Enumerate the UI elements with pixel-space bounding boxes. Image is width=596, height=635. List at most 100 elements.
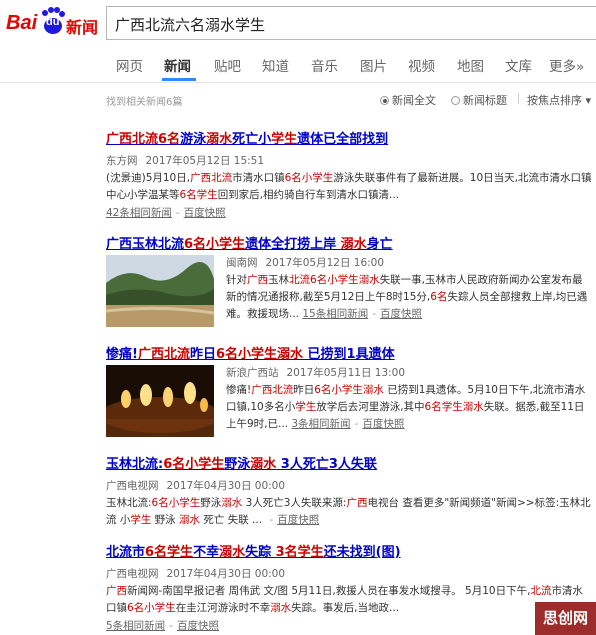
radio-unchecked-icon[interactable]	[451, 96, 460, 105]
text-segment: 死亡小	[232, 132, 272, 147]
result-meta: 广西电视网 2017年04月30日 00:00	[106, 566, 592, 581]
result-thumbnail[interactable]	[106, 255, 214, 327]
tab-more[interactable]: 更多»	[549, 55, 584, 75]
text-segment: 玉林	[268, 274, 289, 286]
tab-map[interactable]: 地图	[457, 55, 484, 75]
text-segment: 失踪。事发后,当地政...	[291, 602, 400, 614]
cache-link[interactable]: 百度快照	[184, 207, 226, 219]
highlight-keyword: 广西北流	[106, 132, 159, 147]
same-news-link[interactable]: 15条相同新闻	[302, 308, 368, 320]
tab-zhidao[interactable]: 知道	[262, 55, 289, 75]
tab-tieba[interactable]: 贴吧	[214, 55, 241, 75]
text-segment: 针对	[226, 274, 247, 286]
highlight-keyword: 广西	[346, 497, 368, 509]
text-segment: 放学后去河里游泳,其中	[316, 401, 425, 413]
search-box[interactable]: 广西北流六名溺水学生	[106, 6, 596, 40]
cache-link[interactable]: 百度快照	[362, 418, 404, 430]
result-time: 2017年04月30日 00:00	[166, 568, 286, 580]
text-segment: 玉林北流:	[106, 497, 152, 509]
result-meta: 闽南网 2017年05月12日 16:00	[226, 255, 592, 270]
tab-news[interactable]: 新闻	[164, 55, 191, 75]
cache-link[interactable]: 百度快照	[380, 308, 422, 320]
radio-checked-icon[interactable]	[380, 96, 389, 105]
result-source: 闽南网	[226, 257, 258, 269]
text-segment: 玉林北流:	[106, 457, 164, 472]
text-segment: 已捞到1具遗体	[303, 347, 395, 362]
tab-web[interactable]: 网页	[116, 55, 143, 75]
highlight-keyword: 溺水	[362, 384, 384, 396]
text-segment: 不幸	[193, 545, 220, 560]
highlight-keyword: 6名	[158, 132, 181, 147]
text-segment: 失踪	[245, 545, 276, 560]
text-segment: 昨日	[293, 384, 315, 396]
text-segment: 3人死亡3人失联	[276, 457, 377, 472]
highlight-keyword: 溺水	[340, 237, 367, 252]
highlight-keyword: 北流	[530, 585, 552, 597]
result-source: 新浪广西站	[226, 367, 279, 379]
result-title[interactable]: 北流市6名学生不幸溺水失踪 3名学生还未找到(图)	[106, 541, 592, 560]
text-segment: 遗体已全部找到	[297, 132, 389, 147]
logo-news: 新闻	[66, 18, 99, 37]
result-count: 找到相关新闻6篇	[106, 97, 183, 108]
sort-dropdown[interactable]: 按焦点排序 ▾	[527, 92, 591, 108]
result-title[interactable]: 玉林北流:6名小学生野泳溺水 3人死亡3人失联	[106, 453, 592, 472]
logo-bai: Bai	[6, 12, 38, 34]
highlight-keyword: 溺水	[250, 457, 277, 472]
nav-tabs: 网页 新闻 贴吧 知道 音乐 图片 视频 地图 文库 更多»	[0, 48, 596, 82]
text-segment: 昨日	[189, 347, 216, 362]
logo-du: du	[46, 16, 60, 28]
result-source: 东方网	[106, 155, 138, 167]
cache-link[interactable]: 百度快照	[277, 514, 319, 526]
option-title-label: 新闻标题	[463, 94, 507, 107]
highlight-keyword: 3名学生	[275, 545, 324, 560]
text-segment: 惨痛!	[226, 384, 252, 396]
text-segment: 游泳	[180, 132, 207, 147]
toolbar-divider	[518, 93, 519, 104]
text-segment: (沈景迪)5月10日,	[106, 172, 191, 184]
result-title[interactable]: 惨痛!广西北流昨日6名小学生溺水 已捞到1具遗体	[106, 343, 592, 362]
result-meta: 广西电视网 2017年04月30日 00:00	[106, 478, 592, 493]
tab-music[interactable]: 音乐	[311, 55, 338, 75]
highlight-keyword: 溺水	[358, 274, 380, 286]
highlight-keyword: 广西	[106, 585, 127, 597]
option-title[interactable]: 新闻标题	[451, 92, 507, 108]
result-title[interactable]: 广西玉林北流6名小学生遗体全打捞上岸 溺水身亡	[106, 233, 592, 252]
option-fulltext[interactable]: 新闻全文	[380, 92, 436, 108]
highlight-keyword: 6名	[430, 291, 448, 303]
text-segment: 野泳	[151, 514, 180, 526]
result-time: 2017年04月30日 00:00	[166, 480, 286, 492]
highlight-keyword: 溺水	[270, 602, 292, 614]
same-news-link[interactable]: 42条相同新闻	[106, 207, 172, 219]
result-meta: 东方网 2017年05月12日 15:51	[106, 153, 592, 168]
tab-wenku[interactable]: 文库	[505, 55, 532, 75]
same-news-link[interactable]: 5条相同新闻	[106, 620, 165, 632]
result-source: 广西电视网	[106, 480, 159, 492]
highlight-keyword: 6名学生	[145, 545, 194, 560]
highlight-keyword: 6名小学生	[310, 274, 359, 286]
same-news-link[interactable]: 3条相同新闻	[291, 418, 350, 430]
result-summary: (沈景迪)5月10日,广西北流市清水口镇6名小学生游泳失联事件有了最新进展。10…	[106, 170, 592, 204]
result-summary: 广西新闻网-南国早报记者 周伟武 文/图 5月11日,救援人员在事发水域搜寻。 …	[106, 583, 592, 617]
highlight-keyword: 溺水	[221, 497, 243, 509]
search-input[interactable]: 广西北流六名溺水学生	[115, 14, 265, 35]
result-item: 惨痛!广西北流昨日6名小学生溺水 已捞到1具遗体 新浪广西站 2017年05月11…	[106, 343, 592, 437]
cache-link[interactable]: 百度快照	[177, 620, 219, 632]
text-segment: 还未找到(图)	[323, 545, 401, 560]
site-watermark: 思创网	[535, 602, 596, 635]
result-item: 广西玉林北流6名小学生遗体全打捞上岸 溺水身亡 闽南网 2017年05月12日 1…	[106, 233, 592, 327]
tab-video[interactable]: 视频	[408, 55, 435, 75]
tab-images[interactable]: 图片	[360, 55, 387, 75]
result-thumbnail[interactable]	[106, 365, 214, 437]
text-segment: 在圭江河游泳时不幸	[175, 602, 271, 614]
baidu-news-logo[interactable]: Bai du 新闻	[6, 7, 102, 38]
result-item: 北流市6名学生不幸溺水失踪 3名学生还未找到(图) 广西电视网 2017年04月3…	[106, 541, 592, 633]
highlight-keyword: 广西北流	[137, 347, 190, 362]
result-summary: 惨痛!广西北流昨日6名小学生溺水 已捞到1具遗体。5月10日下午,北流市清水口镇…	[226, 384, 586, 430]
highlight-keyword: 6名学生	[179, 189, 218, 201]
result-body: 新浪广西站 2017年05月11日 13:00 惨痛!广西北流昨日6名小学生溺水 …	[226, 365, 592, 433]
result-source: 广西电视网	[106, 568, 159, 580]
highlight-keyword: 溺水	[179, 514, 201, 526]
text-segment: 野泳	[224, 457, 251, 472]
result-title[interactable]: 广西北流6名游泳溺水死亡小学生遗体已全部找到	[106, 128, 592, 147]
result-time: 2017年05月11日 13:00	[286, 367, 406, 379]
